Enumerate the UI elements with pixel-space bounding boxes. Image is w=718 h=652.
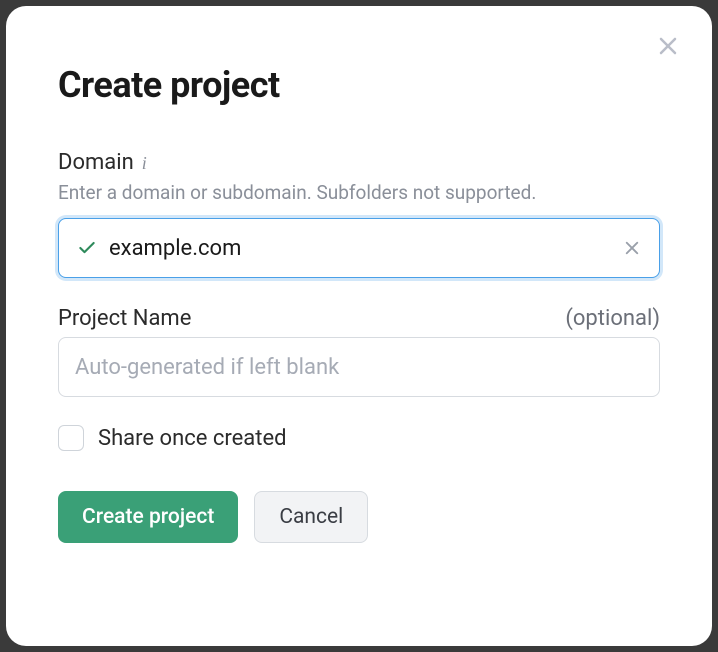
share-checkbox[interactable] [58, 425, 84, 451]
domain-input-wrap [58, 218, 660, 278]
dialog-actions: Create project Cancel [58, 491, 660, 543]
project-name-field: Project Name (optional) [58, 306, 660, 397]
create-project-dialog: Create project Domain i Enter a domain o… [6, 6, 712, 646]
project-name-input-wrap [58, 337, 660, 397]
domain-input[interactable] [59, 219, 659, 277]
clear-domain-button[interactable] [619, 235, 645, 261]
project-name-label: Project Name [58, 306, 191, 331]
close-button[interactable] [652, 30, 684, 62]
info-icon[interactable]: i [142, 154, 147, 172]
share-checkbox-label: Share once created [98, 426, 287, 451]
check-icon [77, 238, 97, 258]
dialog-title: Create project [58, 64, 660, 106]
close-icon [656, 34, 680, 58]
cancel-button[interactable]: Cancel [254, 491, 368, 543]
project-name-input[interactable] [59, 338, 659, 396]
domain-field: Domain i Enter a domain or subdomain. Su… [58, 150, 660, 278]
x-icon [623, 239, 641, 257]
create-project-button[interactable]: Create project [58, 491, 238, 543]
optional-label: (optional) [565, 306, 660, 331]
domain-help-text: Enter a domain or subdomain. Subfolders … [58, 181, 660, 204]
share-checkbox-row[interactable]: Share once created [58, 425, 660, 451]
domain-label: Domain [58, 150, 134, 175]
